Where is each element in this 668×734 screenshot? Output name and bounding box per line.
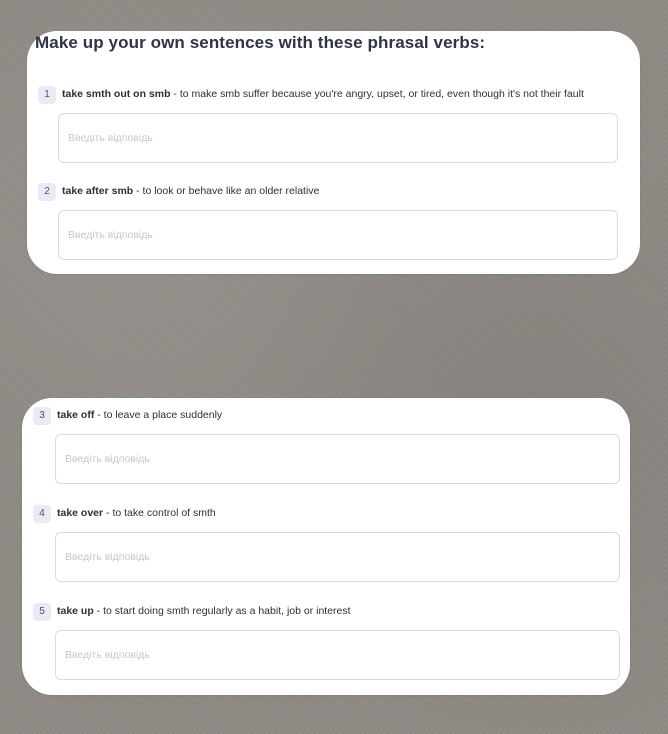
question-text: take after smb - to look or behave like … bbox=[62, 185, 319, 197]
question-number-badge: 1 bbox=[38, 86, 56, 104]
question-number-badge: 2 bbox=[38, 183, 56, 201]
question-text: take up - to start doing smth regularly … bbox=[57, 605, 351, 617]
question-text: take smth out on smb - to make smb suffe… bbox=[62, 88, 584, 100]
question-number-badge: 3 bbox=[33, 407, 51, 425]
exercise-heading: Make up your own sentences with these ph… bbox=[35, 33, 486, 52]
phrasal-verb: take smth out on smb bbox=[62, 88, 171, 100]
answer-input-1[interactable] bbox=[58, 113, 618, 163]
definition: - to start doing smth regularly as a hab… bbox=[93, 605, 351, 617]
definition: - to take control of smth bbox=[103, 507, 216, 519]
definition: - to make smb suffer because you're angr… bbox=[170, 88, 584, 100]
definition: - to leave a place suddenly bbox=[94, 409, 223, 421]
question-number-badge: 4 bbox=[33, 505, 51, 523]
answer-input-3[interactable] bbox=[55, 434, 620, 484]
phrasal-verb: take off bbox=[57, 409, 95, 421]
phrasal-verb: take up bbox=[57, 605, 94, 617]
question-text: take over - to take control of smth bbox=[57, 507, 216, 519]
definition: - to look or behave like an older relati… bbox=[133, 185, 320, 197]
answer-input-5[interactable] bbox=[55, 630, 620, 680]
phrasal-verb: take after smb bbox=[62, 185, 134, 197]
question-number-badge: 5 bbox=[33, 603, 51, 621]
question-text: take off - to leave a place suddenly bbox=[57, 409, 222, 421]
answer-input-2[interactable] bbox=[58, 210, 618, 260]
phrasal-verb: take over bbox=[57, 507, 104, 519]
answer-input-4[interactable] bbox=[55, 532, 620, 582]
